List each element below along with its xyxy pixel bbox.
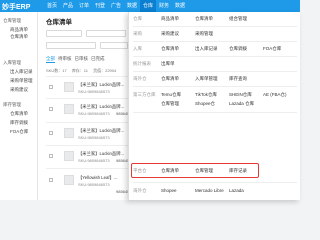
product-title[interactable]: 【米兰家】Luckin品牌...: [78, 151, 124, 157]
menu-divider: [133, 71, 297, 72]
row-checkbox[interactable]: [49, 107, 53, 111]
sidebar-item[interactable]: 商品清单: [10, 27, 28, 33]
product-title[interactable]: 【米兰家】Luckin品牌...: [78, 104, 124, 110]
menu-item-stock-query[interactable]: 库存查询: [229, 76, 247, 82]
menu-divider: [133, 86, 297, 87]
top-nav-menu: 首页 产品 订单 刊登 广告 数据 仓库 财务 数据: [44, 0, 188, 12]
sidebar-item[interactable]: 库存调拨: [10, 120, 28, 126]
menu-item-warehouse-list[interactable]: 仓库清单: [195, 16, 213, 22]
search-input[interactable]: [46, 42, 96, 49]
tab-all[interactable]: 全部: [46, 55, 55, 63]
stat-value: 货值：22904: [93, 68, 117, 73]
sidebar-item[interactable]: 出入库记录: [10, 69, 33, 75]
tab-pending[interactable]: 待审核: [58, 55, 72, 63]
menu-item-tiktok[interactable]: TikTok仓库: [195, 92, 217, 98]
menu-item-warehouse-manage[interactable]: 仓库管理: [161, 101, 179, 107]
sidebar-group-label: 入库管理: [3, 60, 21, 65]
menu-item-outbound[interactable]: 出库单: [161, 61, 175, 67]
menu-item-purchase-suggest[interactable]: 采购建议: [161, 31, 179, 37]
menu-item-inbound-manage[interactable]: 入库单管理: [195, 76, 218, 82]
menu-item-temu[interactable]: Temu仓库: [161, 92, 181, 98]
menu-item-lazada-wh[interactable]: Lazada 仓库: [229, 101, 254, 107]
sidebar-item[interactable]: 采购单管理: [10, 78, 33, 84]
sidebar-group-label: 库存管理: [3, 102, 21, 107]
menu-item-ae-fba[interactable]: AE (FBA仓): [263, 92, 287, 98]
row-checkbox[interactable]: [49, 85, 53, 89]
product-thumbnail: [64, 128, 74, 138]
menu-divider: [133, 112, 297, 113]
menu-item-shopee[interactable]: Shopee: [161, 188, 177, 193]
sidebar-item[interactable]: 仓库清单: [10, 111, 28, 117]
warehouse-mega-menu: 仓库 商品清单 仓库清单 组合管理 采购 采购建议 采购管理 入库 仓库清单 出…: [128, 12, 300, 200]
menu-category: 海外仓: [133, 188, 147, 193]
product-sku: SKU:9809846573: [78, 111, 110, 116]
menu-category: 第三方仓库: [133, 92, 156, 97]
menu-item-transfer[interactable]: 仓库调拨: [229, 46, 247, 52]
menu-item-shein[interactable]: SHEIN仓库: [229, 92, 252, 98]
filter-select[interactable]: [100, 42, 128, 49]
product-sku: SKU:9809846573: [78, 135, 110, 140]
top-nav-item[interactable]: 财务: [156, 0, 172, 12]
sidebar-item[interactable]: 采购建议: [10, 87, 28, 93]
stat-stock: 库存：11: [71, 68, 88, 73]
top-nav-item[interactable]: 产品: [60, 0, 76, 12]
app-logo: 妙手ERP: [2, 4, 31, 11]
row-checkbox[interactable]: [49, 131, 53, 135]
menu-item-in-out-records[interactable]: 出入库记录: [195, 46, 218, 52]
menu-category: 海外仓: [133, 76, 147, 81]
product-thumbnail: [64, 175, 74, 185]
product-sku: SKU:9809846573: [78, 158, 110, 163]
top-nav-item[interactable]: 数据: [172, 0, 188, 12]
menu-item-warehouse-list[interactable]: 仓库清单: [161, 76, 179, 82]
menu-item-shopee-wh[interactable]: Shopee仓: [195, 101, 215, 107]
product-thumbnail: [64, 151, 74, 161]
filter-select[interactable]: [86, 30, 126, 37]
menu-item-bundle[interactable]: 组合管理: [229, 16, 247, 22]
menu-category: 统计报表: [133, 61, 151, 66]
menu-item-foa[interactable]: FOA仓库: [263, 46, 281, 52]
product-title[interactable]: 【米兰家】Luckin品牌...: [78, 128, 124, 134]
product-thumbnail: [64, 104, 74, 114]
menu-item-warehouse-list[interactable]: 仓库清单: [161, 46, 179, 52]
menu-item-purchase-manage[interactable]: 采购管理: [195, 31, 213, 37]
tab-approved[interactable]: 已审核: [75, 55, 89, 63]
row-checkbox[interactable]: [49, 178, 53, 182]
page-title: 仓库清单: [46, 19, 72, 26]
menu-category: 入库: [133, 46, 142, 51]
top-nav-item-warehouse[interactable]: 仓库: [140, 0, 156, 12]
tab-done[interactable]: 已完成: [91, 55, 105, 63]
product-sku: SKU:9809846573: [78, 89, 110, 94]
top-nav-item[interactable]: 首页: [44, 0, 60, 12]
stat-sku: SKU数：17: [46, 68, 67, 73]
sidebar-item[interactable]: FOA仓库: [10, 129, 28, 135]
product-sku: SKU:9809846573: [78, 182, 110, 187]
filter-select[interactable]: [46, 30, 82, 37]
menu-divider: [133, 41, 297, 42]
top-nav-item[interactable]: 刊登: [92, 0, 108, 12]
menu-item-product-list[interactable]: 商品清单: [161, 16, 179, 22]
product-thumbnail: [64, 82, 74, 92]
product-title[interactable]: 【Yellowish Leaf】...: [78, 175, 118, 181]
top-nav-item[interactable]: 数据: [124, 0, 140, 12]
row-checkbox[interactable]: [49, 154, 53, 158]
highlight-box: [131, 163, 259, 178]
product-title[interactable]: 【米兰家】Luckin品牌...: [78, 82, 124, 88]
menu-category: 仓库: [133, 16, 142, 21]
menu-category: 采购: [133, 31, 142, 36]
menu-divider: [133, 26, 297, 27]
top-nav-bar: 妙手ERP 首页 产品 订单 刊登 广告 数据 仓库 财务 数据: [0, 0, 300, 12]
top-nav-item[interactable]: 订单: [76, 0, 92, 12]
sidebar: 仓库管理 商品清单 仓库清单 入库管理 出入库记录 采购单管理 采购建议 库存管…: [0, 12, 38, 200]
sidebar-group-label: 仓库管理: [3, 18, 21, 23]
stats-bar: SKU数：17 库存：11 货值：22904: [46, 68, 116, 74]
menu-divider: [133, 182, 297, 183]
menu-item-mercado-libre[interactable]: Mercado Libre: [195, 188, 224, 193]
menu-divider: [133, 56, 297, 57]
menu-item-lazada[interactable]: Lazada: [229, 188, 244, 193]
top-nav-item[interactable]: 广告: [108, 0, 124, 12]
status-tabs: 全部 待审核 已审核 已完成: [46, 55, 105, 63]
sidebar-item[interactable]: 仓库清单: [10, 34, 28, 40]
